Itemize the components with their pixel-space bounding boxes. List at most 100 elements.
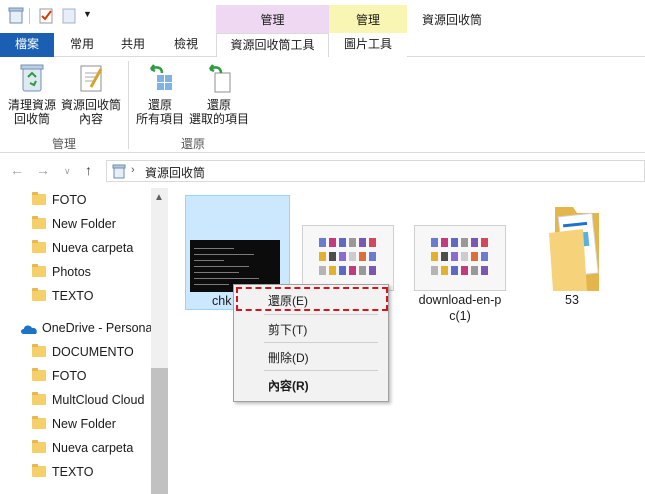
file-item-download-en-pc[interactable]: download-en-p c(1): [410, 195, 510, 325]
restore-all-label-1: 還原: [147, 98, 172, 112]
folder-icon: [32, 216, 46, 230]
sidebar-item-label: FOTO: [52, 193, 87, 207]
properties-label-1: 資源回收筒: [60, 98, 121, 112]
recent-locations-dropdown-icon[interactable]: ∨: [64, 166, 71, 177]
folder-icon: [32, 416, 46, 430]
sidebar-item-label: New Folder: [52, 217, 116, 231]
screenshot-thumbnail: [302, 225, 394, 291]
folder-icon: [32, 344, 46, 358]
folder-icon: [32, 240, 46, 254]
folder-icon: [32, 288, 46, 302]
sidebar-item-label: Photos: [52, 265, 91, 279]
breadcrumb-chevron-icon[interactable]: ›: [131, 164, 135, 176]
tab-recycle-bin-tools[interactable]: 資源回收筒工具: [216, 33, 329, 58]
customize-toolbar-dropdown-icon[interactable]: ▼: [83, 9, 92, 27]
sidebar-item-label: FOTO: [52, 369, 87, 383]
sidebar-item-new-folder[interactable]: New Folder: [32, 214, 116, 234]
tab-file[interactable]: 檔案: [0, 33, 54, 57]
file-name: chk: [212, 294, 232, 308]
back-arrow-icon[interactable]: ←: [10, 162, 24, 178]
menu-divider: [264, 342, 378, 343]
up-arrow-icon[interactable]: ↑: [85, 162, 92, 178]
folder-icon: [32, 440, 46, 454]
file-name: download-en-p: [418, 293, 502, 307]
ribbon-tabs: 檔案 常用 共用 檢視 資源回收筒工具 圖片工具: [0, 33, 645, 58]
empty-bin-label-2: 回收筒: [13, 112, 50, 126]
sidebar-item-label: New Folder: [52, 417, 116, 431]
group-label-manage: 管理: [52, 137, 77, 151]
file-name: 53: [565, 293, 579, 307]
sidebar-item-texto[interactable]: TEXTO: [32, 286, 93, 306]
empty-recycle-bin-button[interactable]: 清理資源 回收筒: [4, 63, 60, 126]
properties-icon: [80, 65, 103, 92]
folder-icon: [32, 368, 46, 382]
context-group-label: 管理: [355, 13, 380, 27]
context-group-label: 管理: [260, 13, 285, 27]
sidebar-item-texto-onedrive[interactable]: TEXTO: [32, 462, 93, 482]
properties-label-2: 內容: [78, 112, 103, 126]
recycle-bin-properties-button[interactable]: 資源回收筒 內容: [58, 63, 124, 126]
sidebar-item-new-folder-onedrive[interactable]: New Folder: [32, 414, 116, 434]
address-path[interactable]: 資源回收筒: [145, 164, 205, 181]
restore-all-icon: [150, 64, 172, 90]
tab-home[interactable]: 常用: [57, 33, 107, 57]
sidebar-item-label: Nueva carpeta: [52, 241, 134, 255]
restore-all-items-button[interactable]: 還原 所有項目: [134, 63, 186, 126]
sidebar-item-label: Nueva carpeta: [52, 441, 134, 455]
tab-share[interactable]: 共用: [110, 33, 156, 57]
file-item-folder-53[interactable]: 53: [526, 195, 618, 310]
sidebar-item-onedrive[interactable]: OneDrive - Persona: [20, 318, 152, 338]
navigation-bar: ← → ∨ ↑ › 資源回收筒: [0, 158, 645, 184]
folder-icon: [32, 392, 46, 406]
sidebar-item-nueva-carpeta[interactable]: Nueva carpeta: [32, 238, 133, 258]
new-folder-quick-icon[interactable]: [62, 7, 76, 25]
empty-bin-label-1: 清理資源: [7, 98, 56, 112]
restore-selected-label-2: 選取的項目: [188, 112, 249, 126]
restore-selected-label-1: 還原: [206, 98, 231, 112]
restore-all-label-2: 所有項目: [135, 112, 184, 126]
menu-item-delete[interactable]: 刪除(D): [268, 349, 309, 366]
sidebar-item-label: MultCloud Cloud: [52, 393, 145, 407]
sidebar-item-foto-onedrive[interactable]: FOTO: [32, 366, 87, 386]
sidebar-item-documento[interactable]: DOCUMENTO: [32, 342, 134, 362]
screenshot-thumbnail: [414, 225, 506, 291]
sidebar-scroll-thumb[interactable]: [151, 368, 168, 494]
title-bar: ▼ 管理 管理 資源回收筒: [0, 0, 645, 34]
sidebar-item-multcloud[interactable]: MultCloud Cloud: [32, 390, 144, 410]
scroll-up-arrow-icon[interactable]: ▲: [154, 192, 164, 203]
menu-item-properties[interactable]: 內容(R): [268, 377, 309, 394]
restore-highlight-box: [236, 287, 388, 311]
recycle-bin-small-icon[interactable]: [8, 7, 24, 25]
empty-recycle-bin-icon: [20, 64, 44, 92]
ribbon-panel: 清理資源 回收筒 資源回收筒 內容 管理 還原 所有項目 還原 選取的項目 還原: [0, 57, 645, 153]
menu-divider: [264, 370, 378, 371]
folder-icon: [32, 264, 46, 278]
sidebar-item-photos[interactable]: Photos: [32, 262, 91, 282]
sidebar-item-foto[interactable]: FOTO: [32, 190, 87, 210]
tab-picture-tools[interactable]: 圖片工具: [329, 33, 407, 57]
address-bar[interactable]: › 資源回收筒: [106, 160, 645, 182]
sidebar-item-label: DOCUMENTO: [52, 345, 134, 359]
tab-view[interactable]: 檢視: [162, 33, 210, 57]
group-label-restore: 還原: [181, 137, 206, 151]
folder-icon: [32, 192, 46, 206]
context-menu: 還原(E) 剪下(T) 刪除(D) 內容(R): [233, 284, 389, 402]
sidebar-item-nueva-carpeta-onedrive[interactable]: Nueva carpeta: [32, 438, 133, 458]
folder-icon: [32, 464, 46, 478]
context-group-manage-recycle: 管理: [216, 5, 329, 33]
restore-selected-items-button[interactable]: 還原 選取的項目: [186, 63, 252, 126]
forward-arrow-icon[interactable]: →: [36, 162, 50, 178]
sidebar-item-label: TEXTO: [52, 465, 94, 479]
folder-large-icon: [549, 207, 599, 291]
menu-item-cut[interactable]: 剪下(T): [268, 321, 307, 338]
restore-selected-icon: [209, 64, 231, 93]
sidebar-item-label: OneDrive - Persona: [42, 321, 153, 335]
sidebar-item-label: TEXTO: [52, 289, 94, 303]
onedrive-cloud-icon: [21, 325, 37, 334]
context-group-manage-picture: 管理: [329, 5, 407, 33]
menu-divider: [264, 314, 378, 315]
file-name-line-2: c(1): [449, 309, 471, 323]
navigation-pane: FOTO New Folder Nueva carpeta Photos TEX…: [0, 188, 168, 494]
properties-check-icon[interactable]: [38, 7, 54, 25]
menu-item-restore[interactable]: 還原(E): [268, 292, 308, 309]
